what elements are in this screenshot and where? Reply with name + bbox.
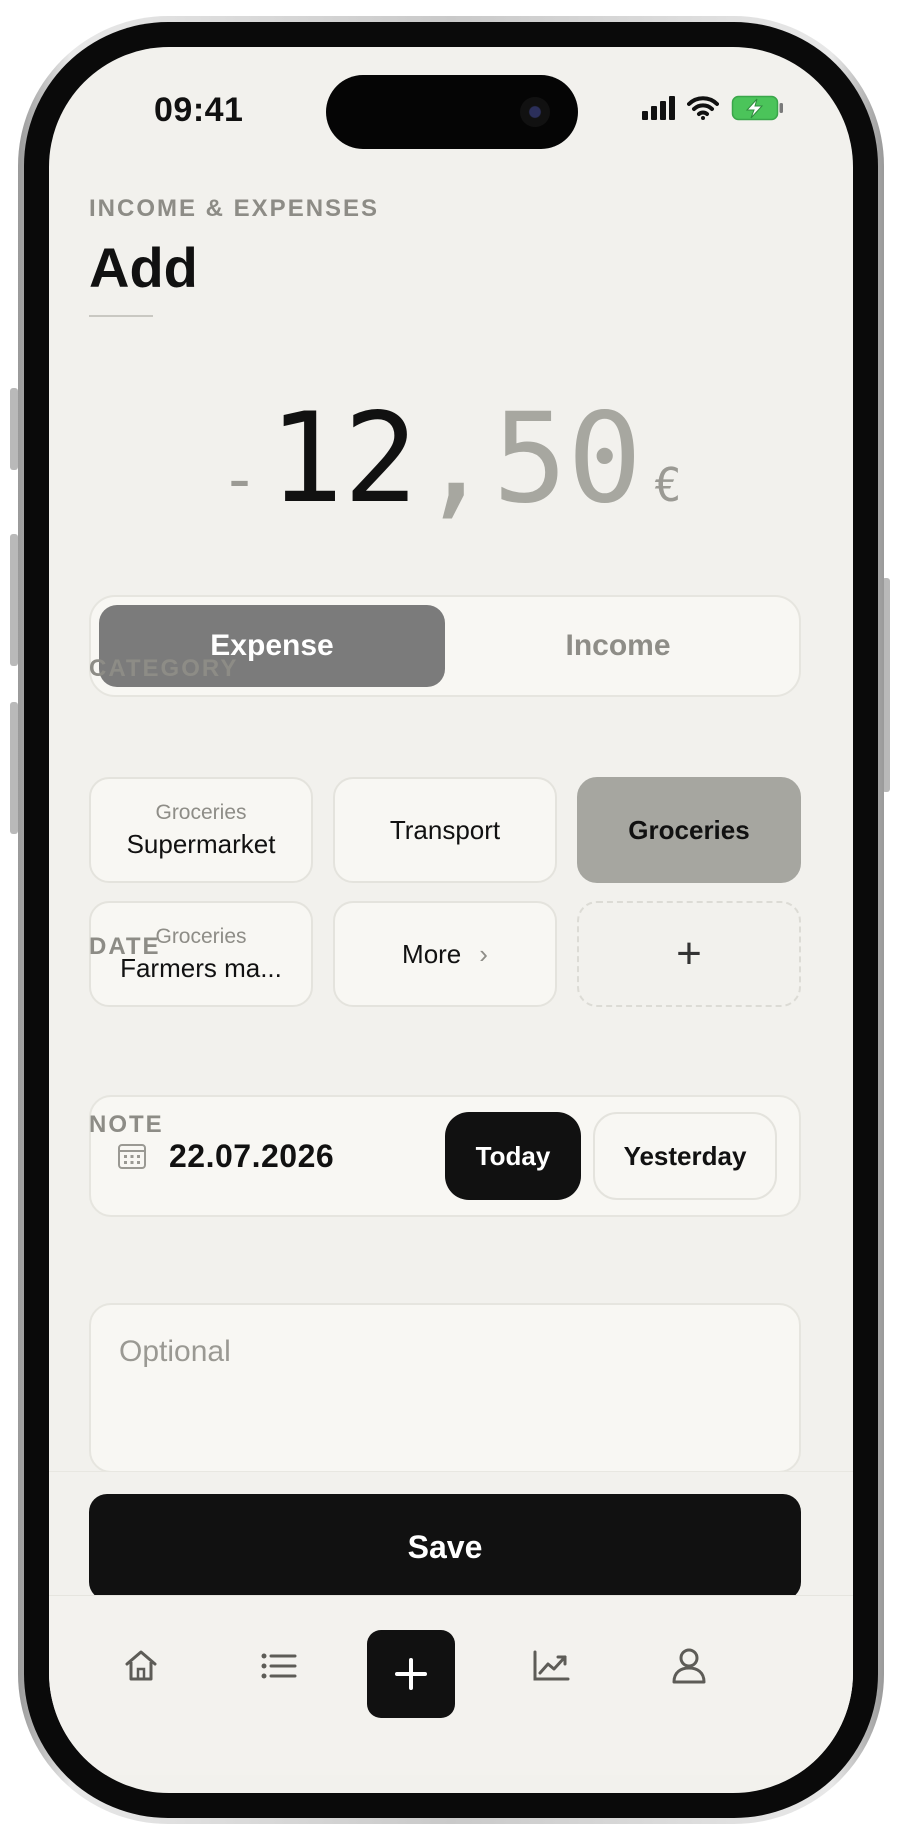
tab-bar bbox=[49, 1595, 853, 1775]
category-parent-label: Groceries bbox=[155, 924, 247, 948]
category-transport[interactable]: Transport bbox=[333, 777, 557, 883]
tab-add[interactable] bbox=[367, 1630, 455, 1718]
tab-list[interactable] bbox=[235, 1596, 323, 1736]
category-label: Groceries bbox=[628, 814, 750, 845]
chevron-right-icon: › bbox=[479, 938, 488, 969]
category-parent-label: Groceries bbox=[155, 800, 247, 824]
volume-down-button bbox=[10, 702, 18, 834]
user-icon bbox=[672, 1648, 706, 1684]
date-label: DATE bbox=[89, 933, 161, 960]
phone-frame: 09:41 INCOME & EXPENSES Add - 12 , 50 € … bbox=[18, 16, 884, 1824]
tab-profile[interactable] bbox=[645, 1596, 733, 1736]
category-label: Supermarket bbox=[126, 828, 276, 859]
yesterday-button[interactable]: Yesterday bbox=[593, 1112, 777, 1200]
category-groceries[interactable]: Groceries bbox=[577, 777, 801, 883]
screen: 09:41 INCOME & EXPENSES Add - 12 , 50 € … bbox=[49, 47, 853, 1793]
amount-currency: € bbox=[654, 458, 682, 512]
camera-icon bbox=[520, 97, 550, 127]
status-icons bbox=[642, 95, 785, 121]
amount-integer: 12 bbox=[268, 387, 419, 531]
note-field bbox=[89, 1303, 801, 1473]
more-categories-button[interactable]: More › bbox=[333, 901, 557, 1007]
cellular-signal-icon bbox=[642, 96, 675, 120]
home-icon bbox=[125, 1650, 157, 1681]
wifi-icon bbox=[687, 96, 719, 120]
today-button[interactable]: Today bbox=[445, 1112, 581, 1200]
amount-separator: , bbox=[418, 387, 493, 531]
tab-stats[interactable] bbox=[507, 1596, 595, 1736]
title-divider bbox=[89, 315, 153, 317]
action-button bbox=[10, 388, 18, 470]
note-input[interactable] bbox=[119, 1335, 771, 1441]
add-category-button[interactable]: + bbox=[577, 901, 801, 1007]
amount-display[interactable]: - 12 , 50 € bbox=[49, 387, 853, 531]
phone-bezel: 09:41 INCOME & EXPENSES Add - 12 , 50 € … bbox=[24, 22, 878, 1818]
tab-home[interactable] bbox=[97, 1596, 185, 1736]
date-value[interactable]: 22.07.2026 bbox=[169, 1138, 445, 1175]
category-supermarket[interactable]: Groceries Supermarket bbox=[89, 777, 313, 883]
volume-up-button bbox=[10, 534, 18, 666]
plus-icon bbox=[395, 1658, 427, 1690]
dynamic-island bbox=[326, 75, 578, 149]
note-label: NOTE bbox=[89, 1111, 164, 1138]
list-icon bbox=[261, 1653, 297, 1679]
income-toggle-button[interactable]: Income bbox=[445, 605, 791, 687]
date-picker: 22.07.2026 Today Yesterday bbox=[89, 1095, 801, 1217]
save-button[interactable]: Save bbox=[89, 1494, 801, 1600]
category-label: CATEGORY bbox=[89, 655, 239, 682]
battery-charging-icon bbox=[731, 95, 783, 121]
page-eyebrow: INCOME & EXPENSES bbox=[89, 195, 380, 222]
status-time: 09:41 bbox=[154, 91, 244, 129]
amount-decimals: 50 bbox=[492, 387, 643, 531]
calendar-icon[interactable] bbox=[117, 1142, 147, 1170]
page-title: Add bbox=[89, 236, 198, 299]
plus-icon: + bbox=[676, 929, 702, 978]
category-grid: Groceries Supermarket Transport Grocerie… bbox=[89, 777, 801, 1007]
more-label: More bbox=[402, 938, 462, 969]
amount-sign: - bbox=[220, 443, 259, 517]
category-label: Transport bbox=[389, 814, 501, 845]
chart-icon bbox=[533, 1650, 570, 1681]
